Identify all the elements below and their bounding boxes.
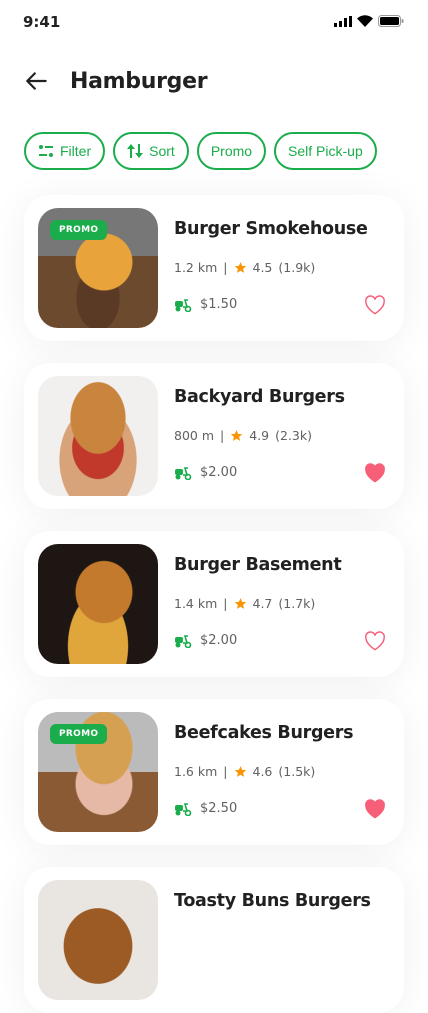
fee-value: $2.00	[200, 633, 238, 648]
delivery-fee: $1.50	[174, 297, 237, 312]
heart-outline-icon[interactable]	[364, 295, 386, 315]
restaurant-meta: 800 m | 4.9 (2.3k)	[174, 428, 312, 443]
clock: 9:41	[23, 13, 61, 31]
review-count: (2.3k)	[275, 428, 312, 443]
scooter-icon	[175, 466, 192, 480]
restaurant-name: Backyard Burgers	[174, 387, 345, 407]
heart-filled-icon[interactable]	[364, 463, 386, 483]
sort-chip[interactable]: Sort	[113, 132, 189, 170]
restaurant-card[interactable]: Burger Basement 1.4 km | 4.7 (1.7k) $2.00	[24, 531, 404, 677]
restaurant-meta: 1.4 km | 4.7 (1.7k)	[174, 596, 315, 611]
heart-outline-icon[interactable]	[364, 631, 386, 651]
rating: 4.7	[252, 596, 273, 611]
sliders-icon	[39, 145, 53, 157]
separator: |	[223, 764, 228, 779]
signal-icon	[334, 15, 352, 27]
rating: 4.9	[249, 428, 270, 443]
restaurant-name: Beefcakes Burgers	[174, 723, 354, 743]
chip-label: Self Pick-up	[288, 143, 363, 159]
heart-filled-icon[interactable]	[364, 799, 386, 819]
restaurant-card[interactable]: Toasty Buns Burgers	[24, 867, 404, 1013]
promo-badge: PROMO	[50, 724, 108, 744]
distance: 1.4 km	[174, 596, 218, 611]
restaurant-name: Burger Smokehouse	[174, 219, 368, 239]
delivery-fee: $2.00	[174, 633, 237, 648]
restaurant-meta: 1.2 km | 4.5 (1.9k)	[174, 260, 315, 275]
distance: 1.2 km	[174, 260, 218, 275]
delivery-fee: $2.00	[174, 465, 237, 480]
wifi-icon	[357, 15, 373, 27]
filter-chip[interactable]: Filter	[24, 132, 106, 170]
restaurant-image	[38, 544, 158, 664]
status-bar: 9:41	[0, 0, 428, 44]
distance: 800 m	[174, 428, 215, 443]
review-count: (1.7k)	[278, 596, 316, 611]
separator: |	[223, 260, 228, 275]
separator: |	[220, 428, 225, 443]
star-icon	[234, 766, 246, 777]
header: Hamburger	[24, 68, 208, 94]
restaurant-card[interactable]: PROMO Burger Smokehouse 1.2 km | 4.5 (1.9k)…	[24, 195, 404, 341]
star-icon	[231, 430, 243, 441]
arrow-left-icon[interactable]	[24, 68, 50, 94]
star-icon	[234, 598, 246, 609]
star-icon	[234, 262, 246, 273]
scooter-icon	[175, 802, 192, 816]
scooter-icon	[175, 634, 192, 648]
restaurant-name: Burger Basement	[174, 555, 342, 575]
review-count: (1.9k)	[278, 260, 316, 275]
review-count: (1.5k)	[278, 764, 316, 779]
distance: 1.6 km	[174, 764, 218, 779]
restaurant-image	[38, 376, 158, 496]
restaurant-image	[38, 880, 158, 1000]
self-pickup-chip[interactable]: Self Pick-up	[274, 132, 377, 170]
scooter-icon	[175, 298, 192, 312]
promo-badge: PROMO	[50, 220, 108, 240]
restaurant-card[interactable]: PROMO Beefcakes Burgers 1.6 km | 4.6 (1.5k)…	[24, 699, 404, 845]
restaurant-image: PROMO	[38, 712, 158, 832]
restaurant-image: PROMO	[38, 208, 158, 328]
chip-label: Filter	[60, 143, 92, 159]
fee-value: $2.50	[200, 801, 238, 816]
delivery-fee: $2.50	[174, 801, 237, 816]
battery-icon	[378, 15, 404, 27]
page-title: Hamburger	[70, 68, 208, 94]
restaurant-name: Toasty Buns Burgers	[174, 891, 371, 911]
rating: 4.6	[252, 764, 273, 779]
sort-icon	[127, 144, 144, 158]
restaurant-meta: 1.6 km | 4.6 (1.5k)	[174, 764, 315, 779]
rating: 4.5	[252, 260, 273, 275]
restaurant-card[interactable]: Backyard Burgers 800 m | 4.9 (2.3k) $2.00	[24, 363, 404, 509]
filter-chips: Filter Sort Promo Self Pick-up	[24, 132, 404, 170]
chip-label: Promo	[210, 143, 253, 159]
separator: |	[223, 596, 228, 611]
fee-value: $2.00	[200, 465, 238, 480]
chip-label: Sort	[149, 143, 175, 159]
fee-value: $1.50	[200, 297, 238, 312]
promo-chip[interactable]: Promo	[196, 132, 267, 170]
